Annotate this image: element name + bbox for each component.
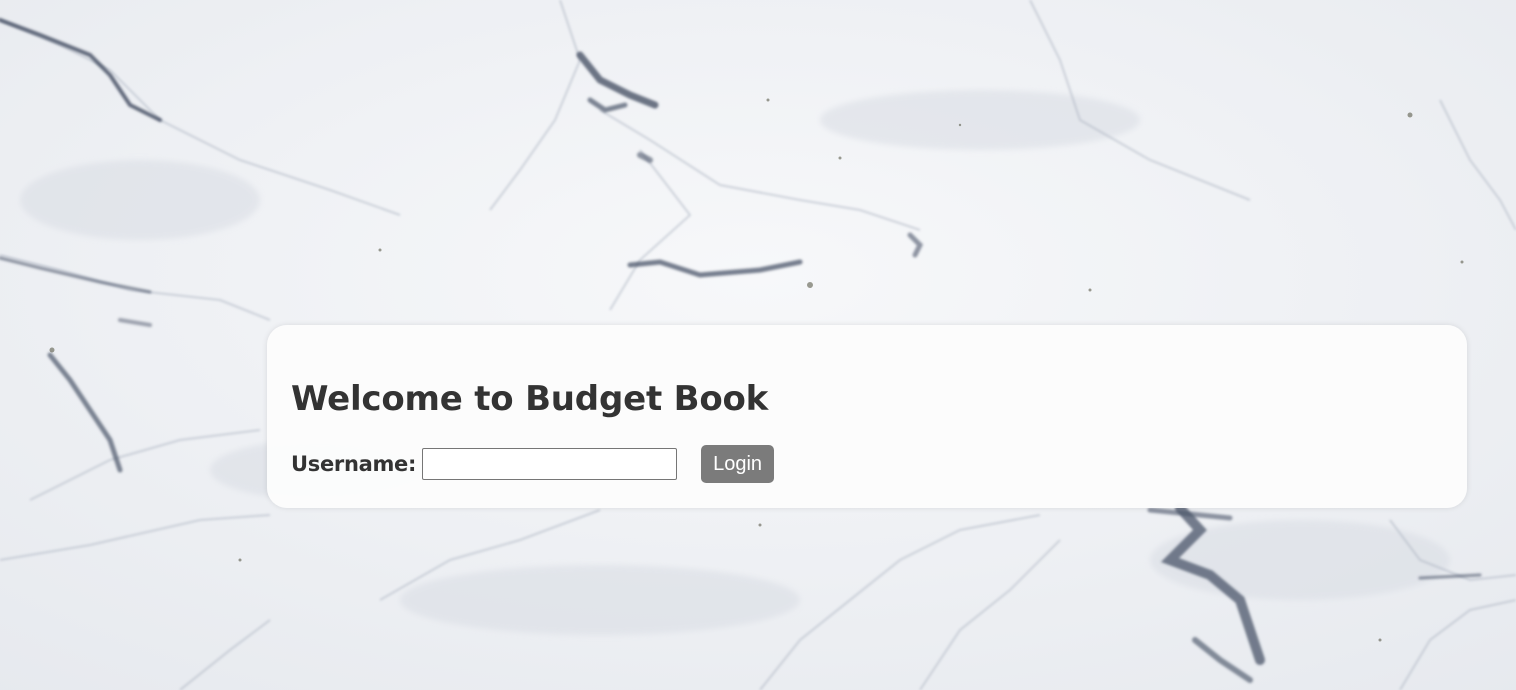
login-card: Welcome to Budget Book Username: Login <box>267 325 1467 508</box>
login-button[interactable]: Login <box>701 445 775 483</box>
username-input[interactable] <box>422 448 678 480</box>
login-form: Username: Login <box>291 445 1443 483</box>
username-label: Username: <box>291 452 417 476</box>
page-title: Welcome to Budget Book <box>291 379 769 419</box>
